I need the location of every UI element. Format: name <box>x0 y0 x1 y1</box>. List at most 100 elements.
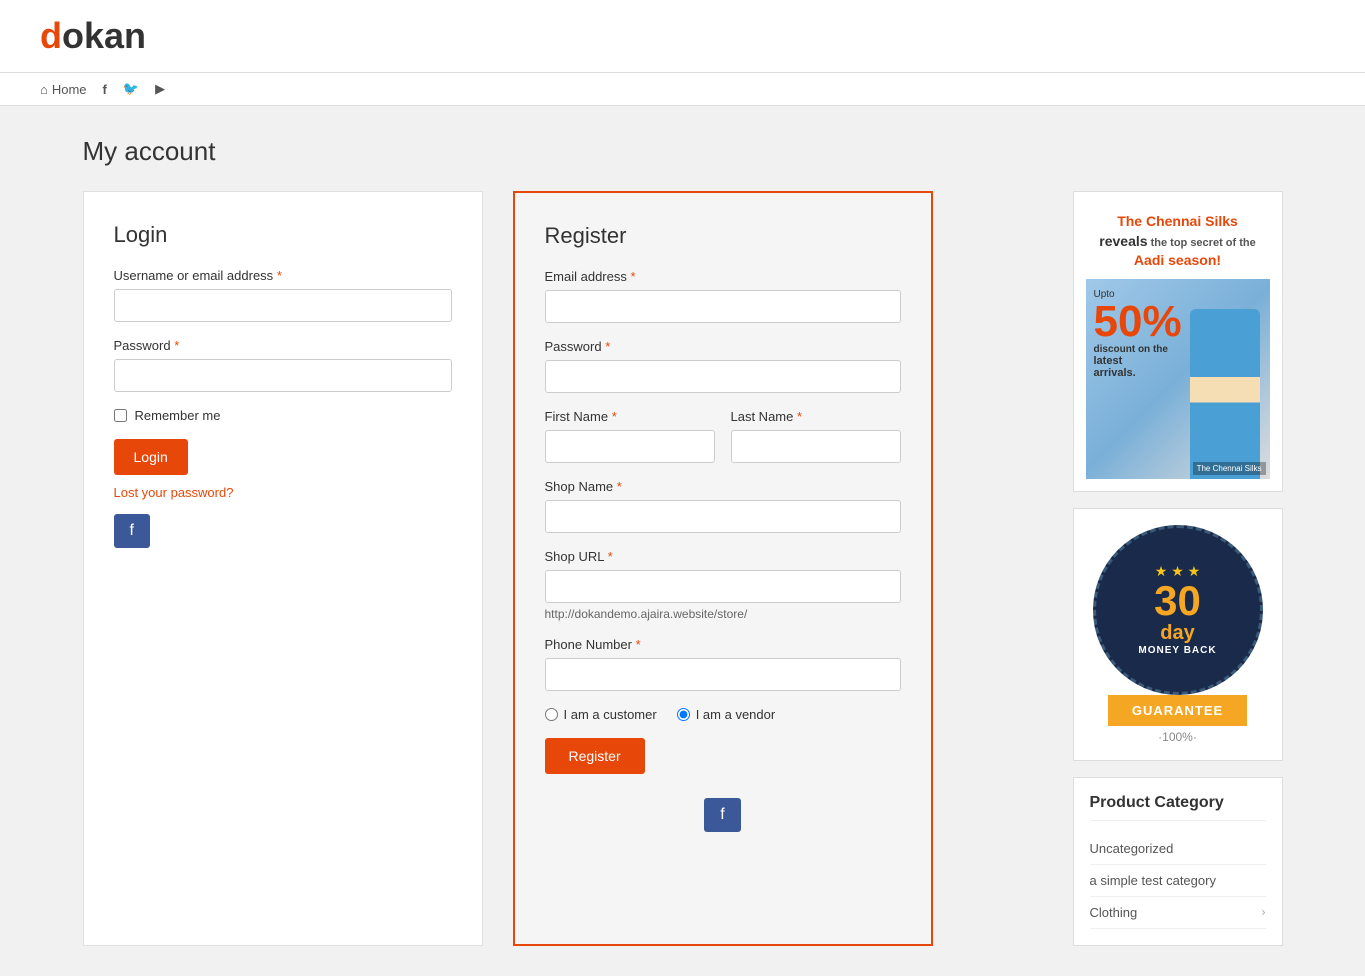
main-nav: ⌂ Home f 🐦 ▶ <box>0 73 1365 106</box>
ad-title-aadi: Aadi season! <box>1134 252 1221 268</box>
category-name: Uncategorized <box>1090 841 1174 856</box>
reg-password-label: Password * <box>545 339 901 354</box>
right-sidebar: The Chennai Silks reveals the top secret… <box>1073 191 1283 946</box>
register-button[interactable]: Register <box>545 738 645 774</box>
ad-percent: 50% <box>1094 300 1182 344</box>
lastname-input[interactable] <box>731 430 901 463</box>
nav-home[interactable]: ⌂ Home <box>40 82 87 97</box>
ad-header: The Chennai Silks reveals the top secret… <box>1086 204 1270 279</box>
page-wrap: My account Login Username or email addre… <box>43 106 1323 976</box>
guarantee-badge: ★ ★ ★ 30 day MONEY BACK <box>1093 525 1263 695</box>
phone-label: Phone Number * <box>545 637 901 652</box>
username-required: * <box>277 268 282 283</box>
password-group: Password * <box>114 338 452 392</box>
home-icon: ⌂ <box>40 82 48 97</box>
header: dokan <box>0 0 1365 73</box>
shopname-label: Shop Name * <box>545 479 901 494</box>
register-section: Register Email address * Password * <box>513 191 933 946</box>
lastname-label: Last Name * <box>731 409 901 424</box>
chevron-right-icon: › <box>1262 905 1266 919</box>
login-button[interactable]: Login <box>114 439 188 475</box>
username-label: Username or email address * <box>114 268 452 283</box>
register-facebook-button[interactable]: f <box>704 798 740 832</box>
list-item[interactable]: Clothing › <box>1090 897 1266 929</box>
name-row: First Name * Last Name * <box>545 409 901 479</box>
firstname-input[interactable] <box>545 430 715 463</box>
shopname-group: Shop Name * <box>545 479 901 533</box>
ad-banner: The Chennai Silks reveals the top secret… <box>1073 191 1283 492</box>
list-item[interactable]: a simple test category <box>1090 865 1266 897</box>
site-logo[interactable]: dokan <box>40 15 1325 57</box>
main-layout: Login Username or email address * Passwo… <box>83 191 1283 946</box>
email-group: Email address * <box>545 269 901 323</box>
customer-radio-label: I am a customer <box>564 707 657 722</box>
facebook-icon: f <box>103 82 107 97</box>
badge-guarantee-ribbon: GUARANTEE <box>1108 695 1247 726</box>
email-input[interactable] <box>545 290 901 323</box>
customer-radio-item: I am a customer <box>545 707 657 722</box>
shopurl-label: Shop URL * <box>545 549 901 564</box>
category-list: Uncategorized a simple test category Clo… <box>1090 833 1266 929</box>
register-facebook-wrap: f <box>545 784 901 832</box>
shopname-input[interactable] <box>545 500 901 533</box>
ad-text-overlay: Upto 50% discount on the latestarrivals. <box>1094 289 1182 379</box>
lastname-group: Last Name * <box>731 409 901 463</box>
email-label: Email address * <box>545 269 901 284</box>
email-required: * <box>631 269 636 284</box>
remember-label: Remember me <box>135 408 221 423</box>
login-facebook-wrap: f <box>114 500 452 548</box>
login-facebook-button[interactable]: f <box>114 514 150 548</box>
reg-password-group: Password * <box>545 339 901 393</box>
ad-title-brand: The Chennai Silks <box>1117 213 1238 229</box>
vendor-radio-item: I am a vendor <box>677 707 776 722</box>
username-group: Username or email address * <box>114 268 452 322</box>
reg-password-input[interactable] <box>545 360 901 393</box>
reg-password-required: * <box>605 339 610 354</box>
phone-input[interactable] <box>545 658 901 691</box>
product-category-widget: Product Category Uncategorized a simple … <box>1073 777 1283 946</box>
remember-row: Remember me <box>114 408 452 423</box>
badge-day-word: day <box>1160 622 1194 645</box>
shopurl-hint: http://dokandemo.ajaira.website/store/ <box>545 607 901 621</box>
lost-password-link[interactable]: Lost your password? <box>114 485 452 500</box>
badge-money-back: MONEY BACK <box>1138 645 1216 656</box>
role-radio-row: I am a customer I am a vendor <box>545 707 901 722</box>
password-required: * <box>174 338 179 353</box>
ad-latest-arrivals: latestarrivals. <box>1094 355 1182 379</box>
nav-twitter[interactable]: 🐦 <box>123 81 139 97</box>
login-title: Login <box>114 222 452 248</box>
username-input[interactable] <box>114 289 452 322</box>
badge-100-percent: ·100%· <box>1158 730 1197 744</box>
home-label: Home <box>52 82 87 97</box>
page-title: My account <box>83 136 1283 167</box>
firstname-label: First Name * <box>545 409 715 424</box>
ad-brand-footer: The Chennai Silks <box>1193 462 1266 475</box>
youtube-icon: ▶ <box>155 81 165 97</box>
shopurl-group: Shop URL * http://dokandemo.ajaira.websi… <box>545 549 901 621</box>
password-label: Password * <box>114 338 452 353</box>
vendor-radio-label: I am a vendor <box>696 707 776 722</box>
nav-facebook[interactable]: f <box>103 82 107 97</box>
login-section: Login Username or email address * Passwo… <box>83 191 483 946</box>
guarantee-widget: ★ ★ ★ 30 day MONEY BACK GUARANTEE ·100%· <box>1073 508 1283 761</box>
logo-d: d <box>40 15 62 56</box>
category-name: Clothing <box>1090 905 1138 920</box>
vendor-radio[interactable] <box>677 708 690 721</box>
category-name: a simple test category <box>1090 873 1216 888</box>
shopurl-input[interactable] <box>545 570 901 603</box>
phone-group: Phone Number * <box>545 637 901 691</box>
ad-image: Upto 50% discount on the latestarrivals.… <box>1086 279 1270 479</box>
ad-woman-figure <box>1190 309 1260 479</box>
ad-title-reveals: reveals the top secret of the <box>1099 233 1255 249</box>
register-title: Register <box>545 223 901 249</box>
firstname-group: First Name * <box>545 409 715 463</box>
content-area: Login Username or email address * Passwo… <box>83 191 1043 946</box>
list-item[interactable]: Uncategorized <box>1090 833 1266 865</box>
logo-rest: okan <box>62 15 146 56</box>
product-category-title: Product Category <box>1090 794 1266 821</box>
password-input[interactable] <box>114 359 452 392</box>
customer-radio[interactable] <box>545 708 558 721</box>
remember-checkbox[interactable] <box>114 409 127 422</box>
nav-youtube[interactable]: ▶ <box>155 81 165 97</box>
badge-days: 30 <box>1154 580 1201 622</box>
